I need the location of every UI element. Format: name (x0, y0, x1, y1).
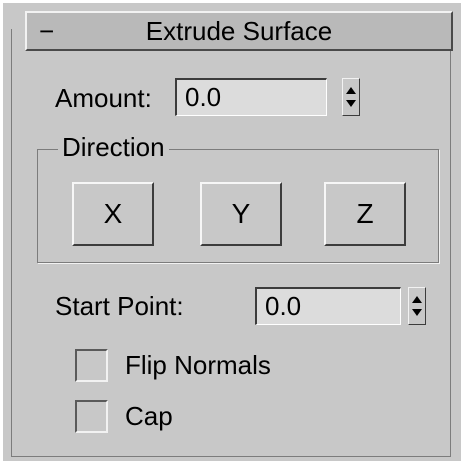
direction-z-button[interactable]: Z (324, 182, 406, 246)
spinner-down-arrow-icon (346, 100, 356, 107)
start-point-spinner[interactable] (408, 287, 426, 325)
flip-normals-label: Flip Normals (125, 350, 271, 380)
amount-input[interactable] (175, 78, 327, 116)
direction-group: Direction X Y Z (37, 132, 439, 263)
spinner-down-arrow-icon (412, 309, 422, 316)
rollout-title-bar[interactable]: − Extrude Surface (25, 11, 453, 51)
direction-x-button[interactable]: X (72, 182, 154, 246)
amount-spinner[interactable] (342, 78, 360, 116)
cap-option[interactable]: Cap (75, 400, 195, 436)
flip-normals-option[interactable]: Flip Normals (75, 349, 305, 385)
rollout-title: Extrude Surface (145, 16, 333, 46)
cap-label: Cap (125, 401, 173, 431)
direction-group-label: Direction (58, 132, 169, 162)
start-point-input[interactable] (255, 287, 401, 325)
extrude-surface-rollout: − Extrude Surface Amount: Direction X Y … (3, 3, 461, 461)
spinner-up-arrow-icon (346, 87, 356, 94)
direction-y-button[interactable]: Y (200, 182, 282, 246)
flip-normals-checkbox[interactable] (75, 349, 108, 382)
spinner-up-arrow-icon (412, 296, 422, 303)
cap-checkbox[interactable] (75, 400, 108, 433)
start-point-label: Start Point: (55, 291, 184, 321)
amount-label: Amount: (55, 83, 152, 113)
